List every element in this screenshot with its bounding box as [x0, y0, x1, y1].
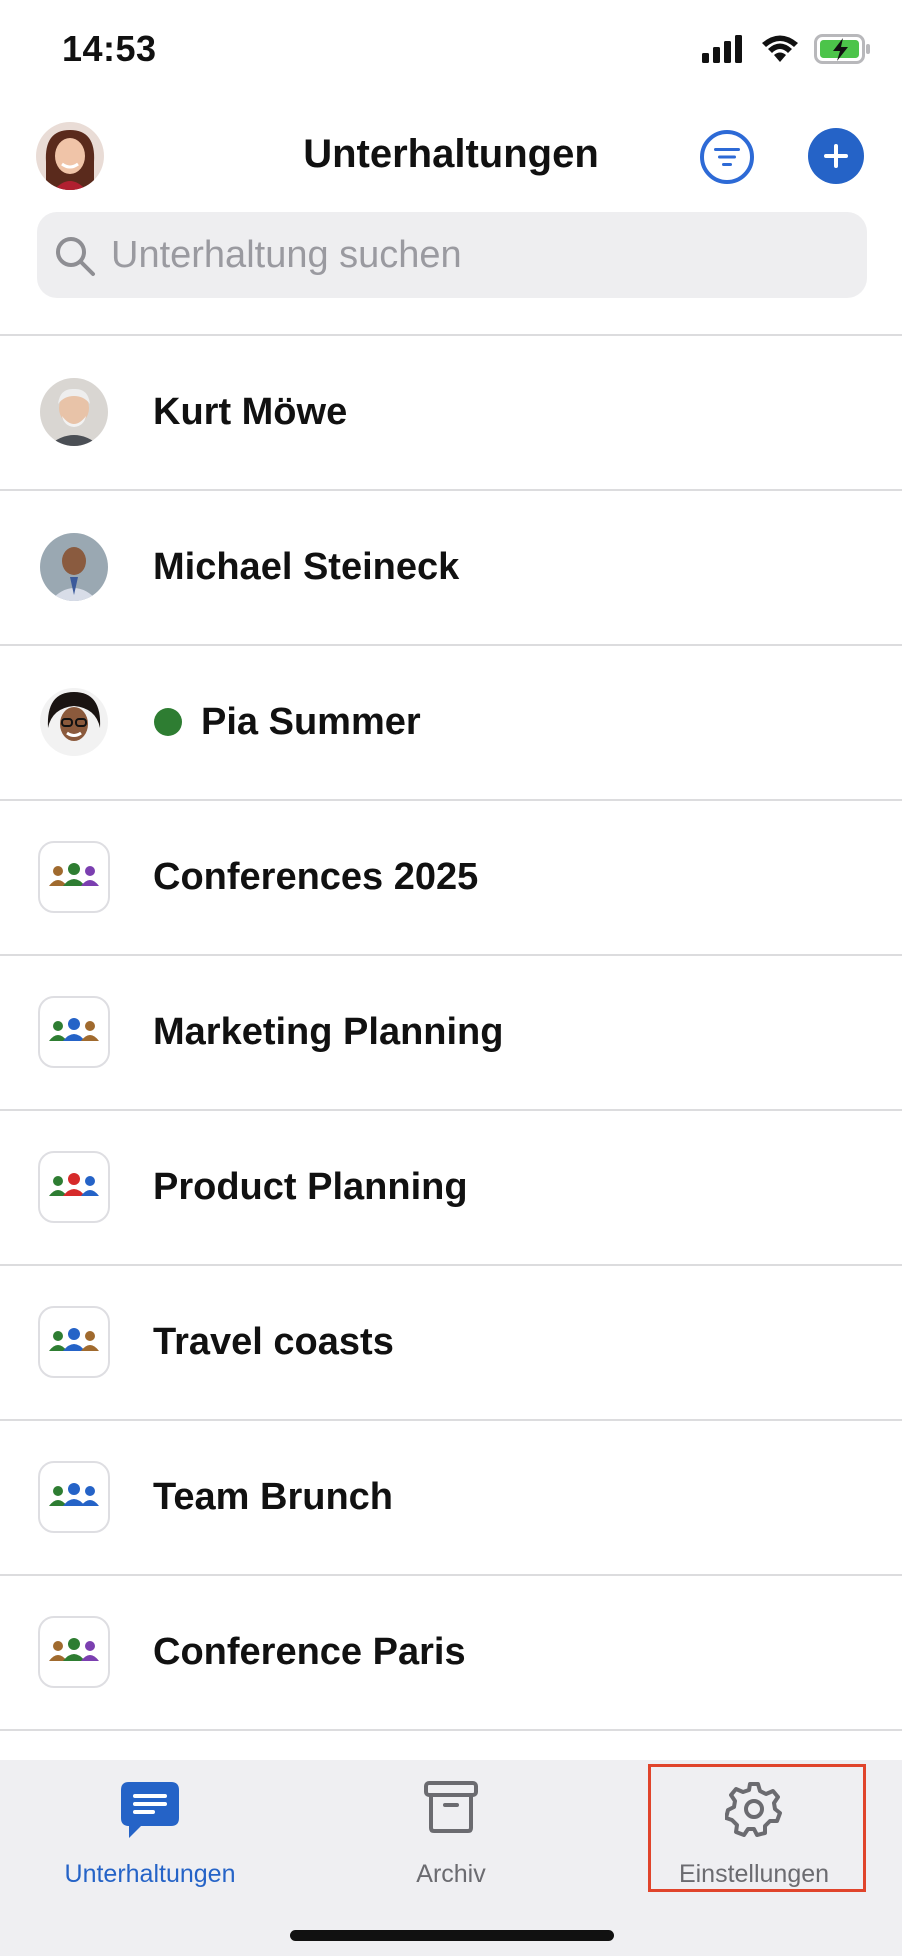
group-avatar [38, 996, 110, 1068]
conversation-name: Kurt Möwe [153, 391, 348, 433]
group-icon [49, 1638, 99, 1661]
group-avatar [38, 1616, 110, 1688]
conversation-row[interactable]: Kurt Möwe [0, 336, 902, 491]
group-icon [49, 863, 99, 886]
conversation-row[interactable]: Pia Summer [0, 646, 902, 801]
presence-indicator [154, 708, 182, 736]
tab-archiv[interactable]: Archiv [331, 1760, 571, 1910]
plus-icon [824, 144, 848, 168]
filter-icon [714, 148, 740, 166]
chat-icon [121, 1782, 179, 1838]
battery-charging-icon [814, 34, 870, 64]
group-icon [49, 1483, 99, 1506]
status-bar: 14:53 [0, 0, 902, 100]
conversation-row[interactable]: Travel coasts [0, 1266, 902, 1421]
conversation-name: Travel coasts [153, 1321, 394, 1363]
conversation-name: Team Brunch [153, 1476, 394, 1518]
avatar [40, 533, 108, 601]
conversation-row[interactable]: Team Brunch [0, 1421, 902, 1576]
search-input[interactable] [111, 212, 851, 298]
conversation-row[interactable]: Michael Steineck [0, 491, 902, 646]
new-conversation-button[interactable] [808, 128, 864, 184]
conversation-name: Conference Paris [153, 1631, 466, 1673]
conversation-name: Michael Steineck [153, 546, 460, 588]
tab-unterhaltungen[interactable]: Unterhaltungen [30, 1760, 270, 1910]
group-avatar [38, 1151, 110, 1223]
tab-label: Archiv [416, 1860, 486, 1888]
conversation-row[interactable]: Product Planning [0, 1111, 902, 1266]
group-avatar [38, 1306, 110, 1378]
conversation-name: Conferences 2025 [153, 856, 479, 898]
conversation-row[interactable]: Conference Paris [0, 1576, 902, 1731]
page-title: Unterhaltungen [303, 132, 599, 176]
highlight-box [648, 1764, 866, 1892]
group-icon [49, 1173, 99, 1196]
conversation-name: Marketing Planning [153, 1011, 504, 1053]
conversation-list: Kurt Möwe Michael Steineck Pia Summer Co… [0, 334, 902, 1731]
avatar [40, 378, 108, 446]
status-time: 14:53 [62, 28, 157, 69]
conversation-name: Product Planning [153, 1166, 468, 1208]
avatar [40, 688, 108, 756]
search-icon [56, 237, 95, 276]
group-icon [49, 1018, 99, 1041]
filter-button[interactable] [700, 130, 754, 184]
archive-icon [424, 1781, 478, 1833]
search-bar[interactable] [37, 212, 867, 298]
status-icons [702, 34, 872, 64]
tab-label: Unterhaltungen [64, 1860, 236, 1888]
wifi-icon [762, 35, 798, 62]
conversation-row[interactable]: Conferences 2025 [0, 801, 902, 956]
header: Unterhaltungen [0, 110, 902, 200]
group-icon [49, 1328, 99, 1351]
conversation-row[interactable]: Marketing Planning [0, 956, 902, 1111]
cellular-signal-icon [702, 35, 742, 63]
group-avatar [38, 1461, 110, 1533]
home-indicator [290, 1930, 614, 1941]
group-avatar [38, 841, 110, 913]
conversation-name: Pia Summer [201, 701, 421, 743]
